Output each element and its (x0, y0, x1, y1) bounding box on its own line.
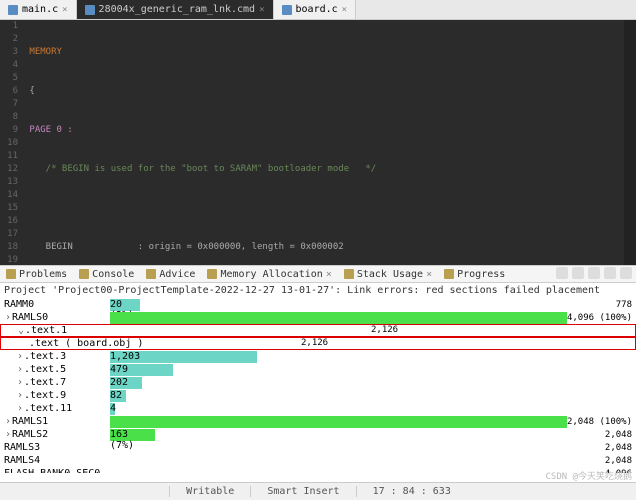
tab-problems[interactable]: Problems (0, 266, 73, 282)
tab-board-c[interactable]: board.c× (274, 0, 357, 19)
problems-icon (6, 269, 16, 279)
tab-advice[interactable]: Advice (140, 266, 201, 282)
memory-icon (207, 269, 217, 279)
progress-icon (444, 269, 454, 279)
tree-row[interactable]: ›RAMLS04,096 (100%) (0, 311, 636, 324)
tree-row[interactable]: ›.text.5479 (0, 363, 636, 376)
close-icon[interactable]: × (259, 5, 264, 15)
tree-row[interactable]: ⌄.text.12,126 (0, 324, 636, 337)
status-insert: Smart Insert (250, 486, 355, 497)
tree-row[interactable]: RAMM020 (2%)778 (0, 298, 636, 311)
tab-memory[interactable]: Memory Allocation× (201, 266, 337, 282)
advice-icon (146, 269, 156, 279)
status-writable: Writable (169, 486, 250, 497)
console-icon (79, 269, 89, 279)
tab-cmd[interactable]: 28004x_generic_ram_lnk.cmd× (77, 0, 274, 19)
tree-row[interactable]: ›RAMLS2163 (7%)2,048 (0, 428, 636, 441)
close-icon[interactable]: × (62, 5, 67, 15)
tree-row[interactable]: ›RAMLS12,048 (100%) (0, 415, 636, 428)
gutter: 1234567891011121314151617181920212223242… (0, 20, 22, 265)
tree-row[interactable]: ›.text.31,203 (0, 350, 636, 363)
code-editor[interactable]: 1234567891011121314151617181920212223242… (0, 20, 636, 265)
file-icon (282, 5, 292, 15)
panel-tabs: Problems Console Advice Memory Allocatio… (0, 265, 636, 283)
tool-icon[interactable] (620, 267, 632, 279)
project-title: Project 'Project00-ProjectTemplate-2022-… (0, 283, 636, 298)
tree-row[interactable]: RAMLS42,048 (0, 454, 636, 467)
close-icon[interactable]: × (326, 269, 332, 280)
watermark: CSDN @今天笑吃烧鹅 (545, 469, 632, 482)
stack-icon (344, 269, 354, 279)
tree-row[interactable]: ›.text.982 (0, 389, 636, 402)
close-icon[interactable]: × (342, 5, 347, 15)
status-position: 17 : 84 : 633 (356, 486, 467, 497)
statusbar: Writable Smart Insert 17 : 84 : 633 (0, 482, 636, 500)
tree-row[interactable]: RAMLS32,048 (0, 441, 636, 454)
tree-row[interactable]: .text ( board.obj )2,126 (0, 337, 636, 350)
memory-tree[interactable]: RAMM020 (2%)778›RAMLS04,096 (100%)⌄.text… (0, 298, 636, 473)
tab-console[interactable]: Console (73, 266, 140, 282)
tree-row[interactable]: ›.text.7202 (0, 376, 636, 389)
tree-row[interactable]: FLASH_BANK0_SEC04,096 (0, 467, 636, 473)
code-area[interactable]: MEMORY { PAGE 0 : /* BEGIN is used for t… (24, 20, 636, 265)
tool-icon[interactable] (604, 267, 616, 279)
close-icon[interactable]: × (426, 269, 432, 280)
tab-progress[interactable]: Progress (438, 266, 511, 282)
tool-icon[interactable] (556, 267, 568, 279)
tree-row[interactable]: ›.text.114 (0, 402, 636, 415)
minimap[interactable] (624, 20, 636, 265)
editor-tabs: main.c× 28004x_generic_ram_lnk.cmd× boar… (0, 0, 636, 20)
tool-icon[interactable] (572, 267, 584, 279)
file-icon (85, 5, 95, 15)
file-icon (8, 5, 18, 15)
tab-main-c[interactable]: main.c× (0, 0, 77, 19)
tab-stack[interactable]: Stack Usage× (338, 266, 438, 282)
tool-icon[interactable] (588, 267, 600, 279)
